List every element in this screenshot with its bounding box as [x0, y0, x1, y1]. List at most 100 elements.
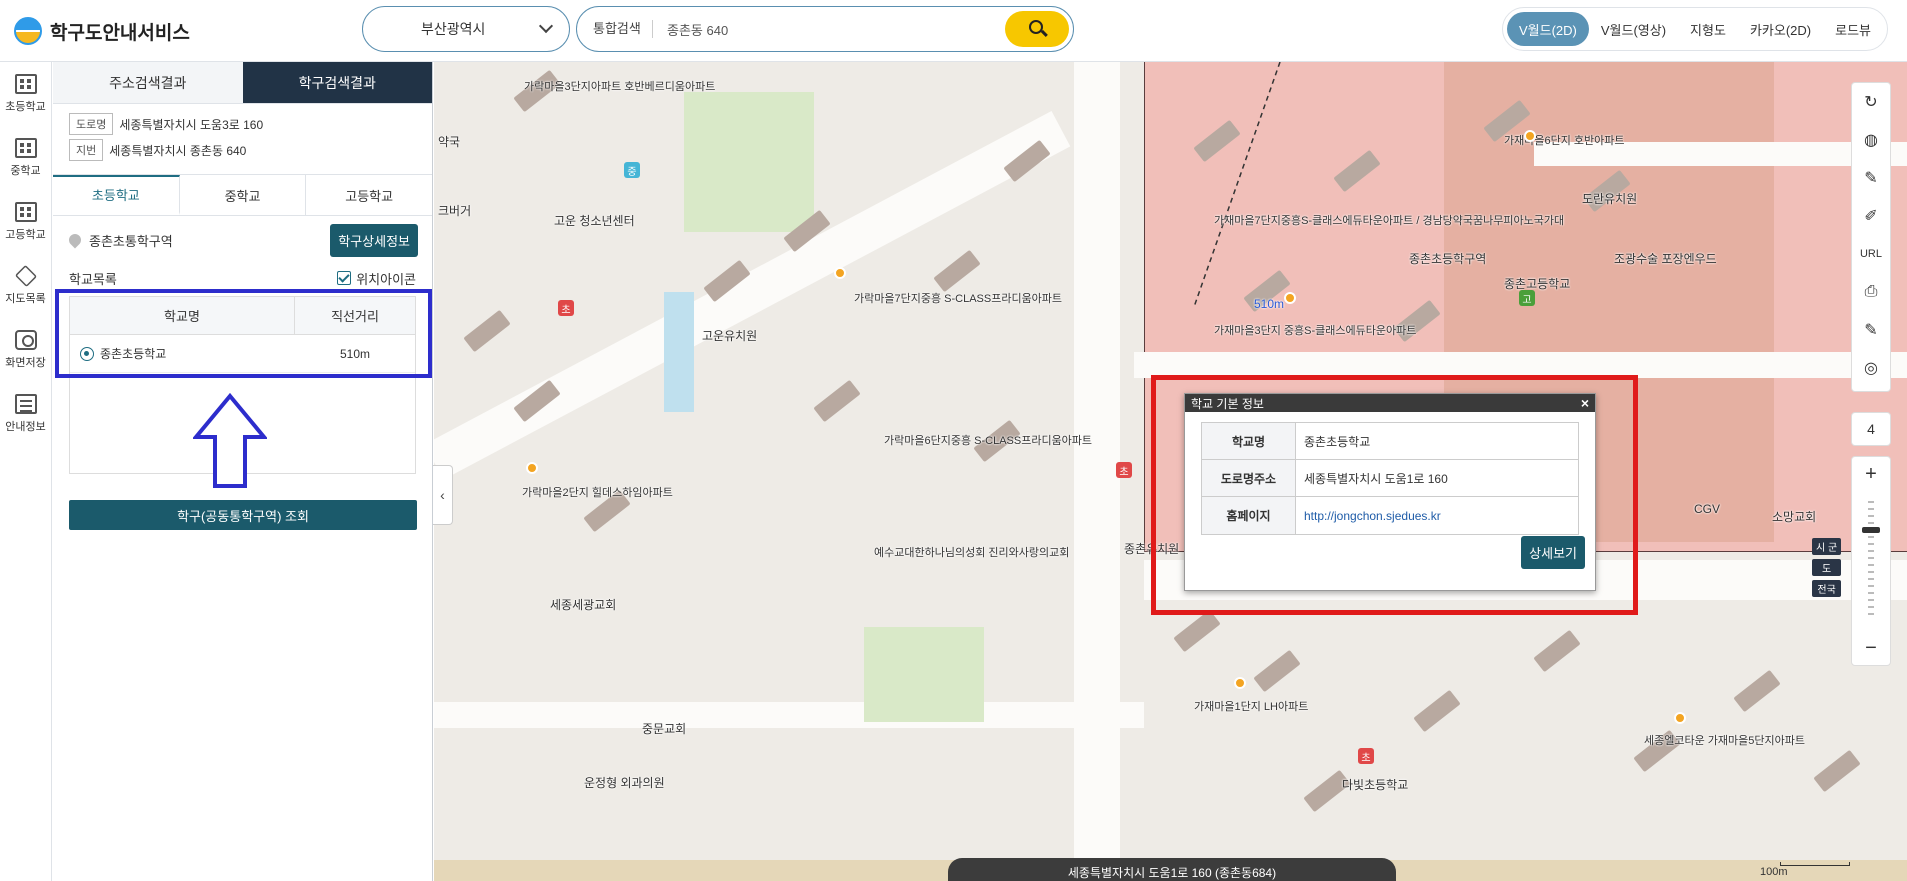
location-pin-icon: [66, 231, 84, 249]
poi-marker: [834, 267, 846, 279]
camera-icon: [14, 330, 37, 350]
map-label-goun-center: 고운 청소년센터: [554, 214, 635, 228]
tab-terrain[interactable]: 지형도: [1678, 12, 1738, 46]
tab-middle[interactable]: 중학교: [180, 175, 307, 215]
school-list-label: 학교목록: [69, 271, 117, 287]
high-school-marker[interactable]: 고: [1519, 290, 1535, 306]
location-icon-toggle[interactable]: 위치아이콘: [337, 269, 416, 288]
draw-icon[interactable]: ✐: [1864, 197, 1877, 235]
elementary-school-marker[interactable]: 초: [558, 300, 574, 316]
checkbox-icon[interactable]: [337, 271, 352, 285]
map-label-church: 예수교대한하나님의성회 진리와사랑의교회: [874, 547, 1070, 559]
building-icon: [14, 202, 37, 222]
map-label-garak6: 가락마을6단지중흥 S-CLASS프라디움아파트: [884, 435, 1093, 447]
building-icon: [14, 74, 37, 94]
chevron-left-icon: ‹: [440, 487, 445, 503]
map-label-sejong-elcota: 세종엘코타운 가재마을5단지아파트: [1644, 735, 1805, 747]
nav-info[interactable]: 안내정보: [0, 382, 51, 446]
map-label-garak2: 가락마을2단지 힐데스하임아파트: [522, 487, 673, 499]
collapse-panel-button[interactable]: ‹: [433, 465, 453, 525]
zoom-scale-tags: 시 군 도 전국: [1812, 538, 1842, 597]
region-select[interactable]: 부산광역시: [362, 6, 570, 52]
middle-school-marker[interactable]: 중: [624, 162, 640, 178]
measure-icon[interactable]: ✎: [1864, 159, 1877, 197]
tab-high[interactable]: 고등학교: [306, 175, 432, 215]
tab-elementary[interactable]: 초등학교: [53, 175, 180, 215]
map-label-pharmacy: 약국: [438, 135, 461, 149]
scale-tag-province[interactable]: 도: [1812, 559, 1842, 576]
road-tag: 도로명: [69, 113, 114, 135]
app-title: 학구도안내서비스: [50, 22, 190, 44]
map-label-distance: 510m: [1254, 297, 1285, 311]
tab-zone-result[interactable]: 학구검색결과: [242, 62, 432, 104]
search-input[interactable]: [653, 14, 1005, 44]
refresh-icon[interactable]: ↻: [1864, 83, 1877, 121]
dabit-school-marker[interactable]: 초: [1358, 748, 1374, 764]
map-label-sejong-church: 세종세광교회: [550, 598, 617, 612]
nav-middle[interactable]: 중학교: [0, 126, 51, 190]
tab-roadview[interactable]: 로드뷰: [1823, 12, 1883, 46]
edit-icon[interactable]: ✎: [1864, 311, 1877, 349]
up-arrow-annotation: [193, 393, 267, 488]
scale-tag-nation[interactable]: 전국: [1812, 580, 1842, 597]
poi-marker: [1524, 130, 1536, 142]
print-icon[interactable]: ⎙: [1865, 273, 1878, 311]
layers-icon: [14, 264, 37, 288]
scale-tag-city[interactable]: 시 군: [1812, 538, 1842, 555]
app-header: 학구도안내서비스 부산광역시 통합검색 V월드(2D) V월드(영상) 지형도 …: [0, 0, 1907, 62]
nav-elementary[interactable]: 초등학교: [0, 62, 51, 126]
tab-kakao-2d[interactable]: 카카오(2D): [1738, 12, 1823, 46]
road-address: 세종특별자치시 도움3로 160: [119, 117, 264, 132]
map-label-clinic: 운정형 외과의원: [584, 776, 665, 790]
zone-detail-button[interactable]: 학구상세정보: [330, 223, 418, 257]
zoom-in-button[interactable]: +: [1852, 457, 1890, 491]
map-label-cgv: CGV: [1694, 502, 1721, 516]
globe-icon[interactable]: ◍: [1864, 121, 1878, 159]
tab-vworld-2d[interactable]: V월드(2D): [1507, 12, 1589, 46]
poi-marker: [1674, 712, 1686, 724]
map-label-goun-kinder: 고운유치원: [702, 329, 758, 343]
document-icon: [14, 394, 37, 414]
app-logo[interactable]: 학구도안내서비스: [14, 15, 190, 47]
map-type-tabs: V월드(2D) V월드(영상) 지형도 카카오(2D) 로드뷰: [1502, 7, 1888, 51]
scale-bar: [1780, 862, 1850, 866]
scale-label: 100m: [1760, 866, 1788, 878]
poi-marker: [1284, 292, 1296, 304]
poi-marker: [1234, 677, 1246, 689]
url-button[interactable]: URL: [1860, 235, 1882, 273]
map-label-dabit: 다빛초등학교: [1342, 778, 1409, 792]
search-button[interactable]: [1005, 11, 1069, 47]
jongchon-school-marker[interactable]: 초: [1116, 462, 1132, 478]
nav-high[interactable]: 고등학교: [0, 190, 51, 254]
map-label-josun: 조광수술 포장엔우드: [1614, 252, 1717, 266]
nav-map-list[interactable]: 지도목록: [0, 254, 51, 318]
jibun-tag: 지번: [69, 139, 104, 161]
map-label-jungmun: 중문교회: [642, 722, 687, 736]
map-label-jongchon-high: 종촌고등학교: [1504, 277, 1571, 291]
region-value: 부산광역시: [421, 21, 486, 37]
map-label-gaja6: 가재마을6단지 호반아파트: [1504, 135, 1625, 147]
zoom-control: + −: [1851, 456, 1891, 666]
map-label-gaja3: 가재마을3단지 중흥S-클래스에듀타운아파트: [1214, 325, 1417, 337]
jibun-address: 세종특별자치시 종촌동 640: [109, 143, 247, 158]
nav-save-screen[interactable]: 화면저장: [0, 318, 51, 382]
zoom-out-button[interactable]: −: [1852, 631, 1890, 665]
tab-vworld-satellite[interactable]: V월드(영상): [1589, 12, 1678, 46]
zoom-slider-handle[interactable]: [1862, 527, 1880, 533]
map-label-gaja1: 가재마을1단지 LH아파트: [1194, 701, 1309, 713]
poi-marker: [526, 462, 538, 474]
map-label-gaja7: 가재마을7단지중흥S-클래스에듀타운아파트 / 경남당약국꿈나무피아노국가대: [1214, 215, 1565, 227]
map-label-garak7: 가락마을7단지중흥 S-CLASS프라디움아파트: [854, 293, 1063, 305]
highlight-box-red: [1151, 375, 1638, 615]
tab-address-result[interactable]: 주소검색결과: [53, 62, 243, 104]
highlight-box-blue: [55, 289, 432, 378]
location-target-icon[interactable]: ◎: [1864, 349, 1878, 387]
logo-icon: [14, 17, 42, 45]
zone-query-button[interactable]: 학구(공동통학구역) 조회: [69, 500, 417, 530]
search-type-label[interactable]: 통합검색: [577, 20, 653, 38]
map-label-doran: 도란유치원: [1582, 192, 1638, 206]
left-nav: 초등학교 중학교 고등학교 지도목록 화면저장 안내정보: [0, 62, 52, 881]
search-bar: 통합검색: [576, 6, 1074, 52]
zone-name: 종촌초통학구역: [89, 233, 173, 249]
zoom-slider-track[interactable]: [1868, 501, 1874, 619]
